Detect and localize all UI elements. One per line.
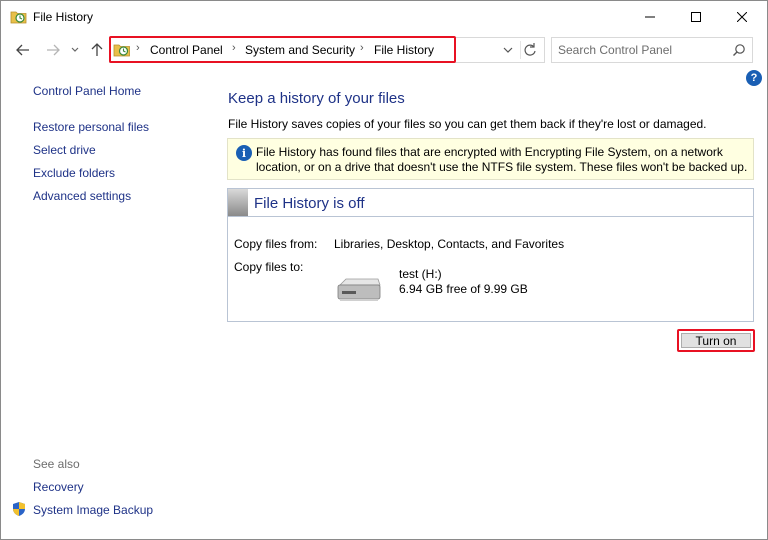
close-button[interactable] [719,1,765,33]
minimize-button[interactable] [627,1,673,33]
status-indicator [228,189,248,216]
address-highlight-box [109,36,456,63]
copy-from-label: Copy files from: [234,237,318,251]
arrow-left-icon [16,44,29,56]
info-icon: i [236,145,252,161]
drive-icon [336,277,382,303]
back-button[interactable] [13,40,33,60]
maximize-icon [691,12,701,22]
arrow-right-icon [47,44,60,56]
refresh-button[interactable] [520,41,538,59]
search-box[interactable] [551,37,753,63]
shield-icon [11,501,27,517]
file-history-icon [10,9,27,24]
sidebar-item-select-drive[interactable]: Select drive [33,143,96,157]
help-icon[interactable]: ? [746,70,762,86]
see-also-recovery[interactable]: Recovery [33,480,84,494]
sidebar-item-control-panel-home[interactable]: Control Panel Home [33,84,141,98]
info-banner: i File History has found files that are … [227,138,754,180]
see-also-heading: See also [33,457,80,471]
turn-on-button[interactable]: Turn on [681,333,751,348]
drive-name: test (H:) [399,267,442,281]
up-button[interactable] [87,40,107,60]
page-description: File History saves copies of your files … [228,117,707,131]
window-title: File History [33,10,94,24]
minimize-icon [645,16,655,18]
sidebar-item-advanced-settings[interactable]: Advanced settings [33,189,131,203]
recent-locations-button[interactable] [67,40,83,60]
sidebar-item-restore-personal-files[interactable]: Restore personal files [33,120,149,134]
forward-button[interactable] [43,40,63,60]
title-bar: File History [1,1,767,33]
status-panel: File History is off Copy files from: Lib… [227,188,754,322]
sidebar-item-exclude-folders[interactable]: Exclude folders [33,166,115,180]
page-title: Keep a history of your files [228,90,405,107]
search-input[interactable] [558,42,728,58]
turn-on-highlight-box: Turn on [677,329,755,352]
see-also-system-image-backup[interactable]: System Image Backup [33,503,153,517]
chevron-down-icon [503,47,513,53]
status-header: File History is off [228,189,753,217]
maximize-button[interactable] [673,1,719,33]
info-message: File History has found files that are en… [256,145,748,174]
chevron-down-icon [71,47,79,52]
copy-from-value: Libraries, Desktop, Contacts, and Favori… [334,237,565,251]
copy-to-label: Copy files to: [234,260,304,274]
search-icon[interactable] [732,43,746,57]
status-title: File History is off [254,195,365,212]
drive-free-space: 6.94 GB free of 9.99 GB [399,282,528,296]
file-history-window: File History › Control Panel › System an… [0,0,768,540]
refresh-icon [524,43,536,56]
close-icon [737,12,747,22]
address-dropdown-button[interactable] [501,43,515,57]
arrow-up-icon [91,43,103,56]
